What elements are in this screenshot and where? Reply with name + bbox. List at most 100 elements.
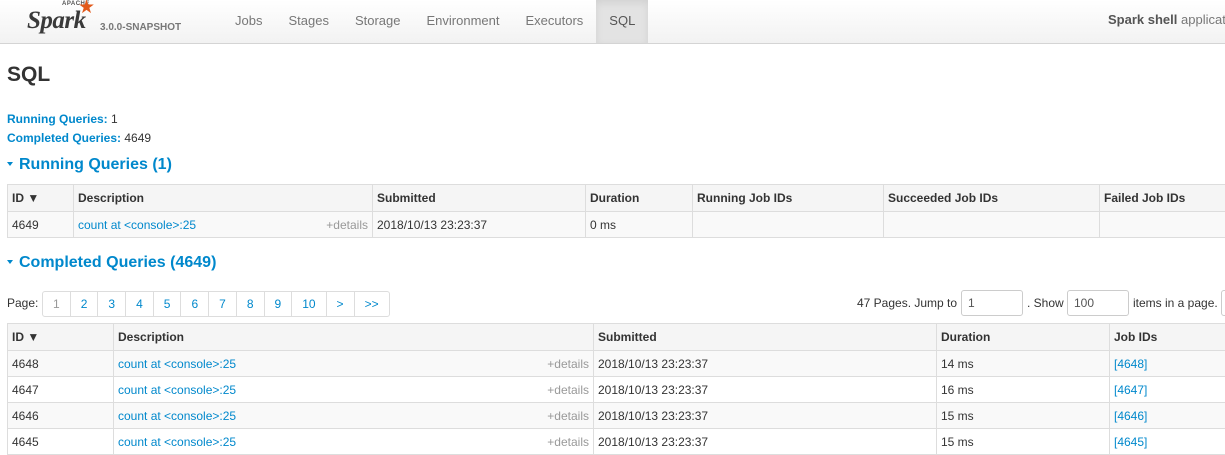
page-size-input[interactable]: 100 — [1067, 290, 1129, 316]
app-name-suffix: applicat — [1181, 12, 1225, 27]
col-failed-job-ids[interactable]: Failed Job IDs — [1100, 185, 1225, 212]
description-link[interactable]: count at <console>:25 — [118, 357, 236, 371]
cell-submitted: 2018/10/13 23:23:37 — [373, 212, 586, 238]
running-queries-toggle[interactable]: Running Queries (1) — [7, 156, 172, 174]
page-7[interactable]: 7 — [209, 292, 237, 316]
cell-submitted: 2018/10/13 23:23:37 — [594, 403, 937, 429]
cell-id: 4647 — [8, 377, 114, 403]
table-header-row: ID ▼ Description Submitted Duration Job … — [8, 324, 1225, 351]
running-summary: Running Queries: 1 — [7, 112, 118, 126]
app-name: Spark shell applicat — [1108, 0, 1225, 40]
cell-job-ids: [4647] — [1110, 377, 1225, 403]
page-8[interactable]: 8 — [237, 292, 265, 316]
version-label: 3.0.0-SNAPSHOT — [100, 22, 181, 33]
col-succeeded-job-ids[interactable]: Succeeded Job IDs — [884, 185, 1100, 212]
col-id[interactable]: ID ▼ — [8, 185, 74, 212]
page-5[interactable]: 5 — [154, 292, 182, 316]
cell-submitted: 2018/10/13 23:23:37 — [594, 377, 937, 403]
cell-job-ids: [4645] — [1110, 429, 1225, 455]
cell-job-ids: [4646] — [1110, 403, 1225, 429]
page-2[interactable]: 2 — [71, 292, 99, 316]
page-4[interactable]: 4 — [126, 292, 154, 316]
cell-description: count at <console>:25 +details — [114, 429, 594, 455]
details-toggle[interactable]: +details — [547, 435, 589, 449]
details-toggle[interactable]: +details — [547, 357, 589, 371]
job-id-link[interactable]: [4648] — [1114, 357, 1147, 371]
cell-description: count at <console>:25 +details — [114, 377, 594, 403]
job-id-link[interactable]: [4646] — [1114, 409, 1147, 423]
page-1[interactable]: 1 — [43, 292, 71, 316]
col-id[interactable]: ID ▼ — [8, 324, 114, 351]
cell-description: count at <console>:25 +details — [74, 212, 373, 238]
star-icon: ★ — [78, 0, 95, 17]
pagination: 1 2 3 4 5 6 7 8 9 10 > >> — [42, 291, 390, 317]
last-page-button[interactable]: >> — [355, 292, 389, 316]
col-duration[interactable]: Duration — [937, 324, 1110, 351]
col-duration[interactable]: Duration — [586, 185, 693, 212]
total-pages-label: 47 Pages. Jump to — [857, 296, 957, 310]
cell-description: count at <console>:25 +details — [114, 351, 594, 377]
table-header-row: ID ▼ Description Submitted Duration Runn… — [8, 185, 1225, 212]
page-9[interactable]: 9 — [265, 292, 293, 316]
go-button[interactable] — [1221, 290, 1225, 316]
tab-executors[interactable]: Executors — [512, 0, 596, 43]
table-row: 4646 count at <console>:25 +details 2018/… — [8, 403, 1225, 429]
cell-submitted: 2018/10/13 23:23:37 — [594, 429, 937, 455]
cell-failed-job-ids — [1100, 212, 1225, 238]
tab-environment[interactable]: Environment — [414, 0, 513, 43]
table-row: 4647 count at <console>:25 +details 2018/… — [8, 377, 1225, 403]
page-title: SQL — [7, 63, 50, 87]
cell-job-ids: [4648] — [1110, 351, 1225, 377]
cell-duration: 15 ms — [937, 429, 1110, 455]
cell-duration: 14 ms — [937, 351, 1110, 377]
completed-queries-table: ID ▼ Description Submitted Duration Job … — [7, 323, 1225, 455]
app-name-bold: Spark shell — [1108, 12, 1177, 27]
table-row: 4649 count at <console>:25 +details 2018… — [8, 212, 1225, 238]
col-description[interactable]: Description — [114, 324, 594, 351]
col-submitted[interactable]: Submitted — [594, 324, 937, 351]
col-running-job-ids[interactable]: Running Job IDs — [693, 185, 884, 212]
completed-queries-link[interactable]: Completed Queries: — [7, 131, 121, 145]
job-id-link[interactable]: [4647] — [1114, 383, 1147, 397]
page-6[interactable]: 6 — [181, 292, 209, 316]
tab-sql[interactable]: SQL — [596, 0, 648, 43]
cell-id: 4648 — [8, 351, 114, 377]
cell-id: 4646 — [8, 403, 114, 429]
description-link[interactable]: count at <console>:25 — [78, 218, 196, 232]
tab-jobs[interactable]: Jobs — [222, 0, 275, 43]
running-queries-link[interactable]: Running Queries: — [7, 112, 108, 126]
running-queries-table: ID ▼ Description Submitted Duration Runn… — [7, 184, 1225, 238]
cell-id: 4645 — [8, 429, 114, 455]
page-3[interactable]: 3 — [98, 292, 126, 316]
description-link[interactable]: count at <console>:25 — [118, 383, 236, 397]
description-link[interactable]: count at <console>:25 — [118, 435, 236, 449]
details-toggle[interactable]: +details — [326, 218, 368, 232]
details-toggle[interactable]: +details — [547, 409, 589, 423]
running-queries-heading: Running Queries (1) — [19, 156, 172, 173]
next-page-button[interactable]: > — [327, 292, 355, 316]
cell-description: count at <console>:25 +details — [114, 403, 594, 429]
items-per-page-label: items in a page. — [1133, 296, 1218, 310]
col-submitted[interactable]: Submitted — [373, 185, 586, 212]
page-10[interactable]: 10 — [292, 292, 326, 316]
tab-stages[interactable]: Stages — [275, 0, 341, 43]
cell-duration: 0 ms — [586, 212, 693, 238]
cell-succeeded-job-ids — [884, 212, 1100, 238]
job-id-link[interactable]: [4645] — [1114, 435, 1147, 449]
col-job-ids[interactable]: Job IDs — [1110, 324, 1225, 351]
top-navbar: APACHE Spark ★ 3.0.0-SNAPSHOT Jobs Stage… — [0, 0, 1225, 44]
spark-logo[interactable]: APACHE Spark ★ 3.0.0-SNAPSHOT — [24, 0, 194, 43]
details-toggle[interactable]: +details — [547, 383, 589, 397]
tab-storage[interactable]: Storage — [342, 0, 414, 43]
completed-count: 4649 — [124, 131, 151, 145]
cell-duration: 16 ms — [937, 377, 1110, 403]
completed-queries-heading: Completed Queries (4649) — [19, 254, 216, 271]
cell-submitted: 2018/10/13 23:23:37 — [594, 351, 937, 377]
nav-tabs: Jobs Stages Storage Environment Executor… — [222, 0, 648, 43]
jump-to-page-input[interactable]: 1 — [961, 290, 1023, 316]
caret-down-icon — [7, 162, 13, 166]
completed-queries-toggle[interactable]: Completed Queries (4649) — [7, 254, 216, 272]
show-label: . Show — [1027, 296, 1064, 310]
col-description[interactable]: Description — [74, 185, 373, 212]
description-link[interactable]: count at <console>:25 — [118, 409, 236, 423]
